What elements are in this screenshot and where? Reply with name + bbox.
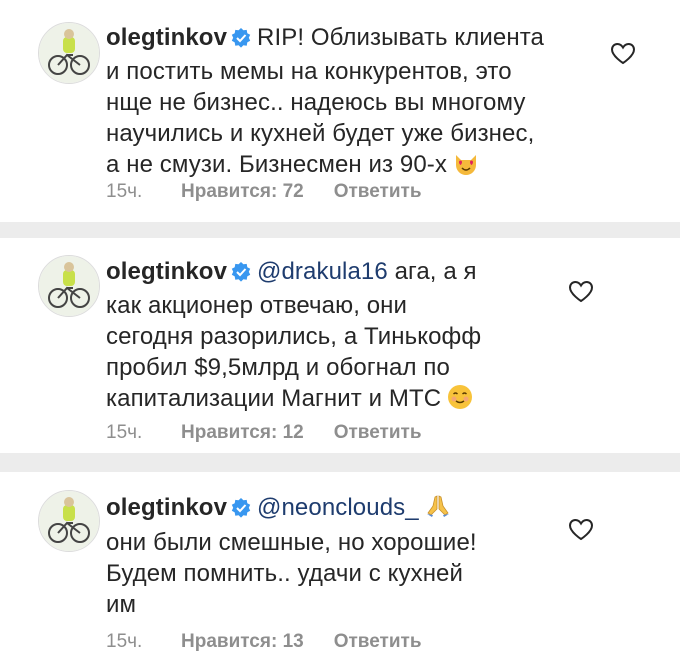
avatar[interactable] bbox=[38, 255, 100, 317]
likes-count[interactable]: Нравится: 72 bbox=[181, 181, 304, 203]
verified-badge-icon bbox=[231, 495, 251, 526]
comment-text: olegtinkov RIP! Облизывать клиента и пост… bbox=[106, 22, 566, 184]
comment-1: olegtinkov RIP! Облизывать клиента и пост… bbox=[0, 0, 680, 222]
timestamp: 15ч. bbox=[106, 181, 143, 202]
comment-line: ага, а я bbox=[394, 258, 477, 285]
comment-line: как акционер отвечаю, они bbox=[106, 292, 408, 319]
like-heart-icon[interactable] bbox=[568, 280, 594, 304]
mention-link[interactable]: @drakula16 bbox=[257, 258, 388, 285]
comment-line: пробил $9,5млрд и обогнал по bbox=[106, 354, 450, 381]
comment-meta: 15ч. Нравится: 12 Ответить bbox=[106, 422, 422, 444]
username[interactable]: olegtinkov bbox=[106, 258, 227, 285]
comment-2: olegtinkov @drakula16 ага, а я как акцион… bbox=[0, 238, 680, 453]
timestamp: 15ч. bbox=[106, 631, 143, 652]
mention-link[interactable]: @neonclouds_ bbox=[257, 494, 419, 521]
reply-button[interactable]: Ответить bbox=[334, 181, 422, 203]
comment-line: капитализации Магнит и МТС bbox=[106, 385, 442, 412]
smiling-face-icon bbox=[447, 384, 473, 418]
comment-line: RIP! Облизывать клиента bbox=[257, 24, 544, 51]
comment-text: olegtinkov @drakula16 ага, а я как акцион… bbox=[106, 256, 566, 418]
timestamp: 15ч. bbox=[106, 422, 143, 443]
comment-line: научились и кухней будет уже бизнес, bbox=[106, 120, 535, 147]
comment-line: сегодня разорились, а Тинькофф bbox=[106, 323, 482, 350]
avatar[interactable] bbox=[38, 22, 100, 84]
comment-meta: 15ч. Нравится: 72 Ответить bbox=[106, 181, 422, 203]
verified-badge-icon bbox=[231, 259, 251, 290]
comment-line: они были смешные, но хорошие! bbox=[106, 529, 477, 556]
username[interactable]: olegtinkov bbox=[106, 24, 227, 51]
likes-count[interactable]: Нравится: 12 bbox=[181, 422, 304, 444]
likes-count[interactable]: Нравится: 13 bbox=[181, 631, 304, 653]
avatar[interactable] bbox=[38, 490, 100, 552]
folded-hands-icon bbox=[425, 493, 451, 527]
comment-line: и постить мемы на конкурентов, это bbox=[106, 58, 512, 85]
comment-line: а не смузи. Бизнесмен из 90-х bbox=[106, 151, 447, 178]
comment-line: нще не бизнес.. надеюсь вы многому bbox=[106, 89, 526, 116]
verified-badge-icon bbox=[231, 25, 251, 56]
username[interactable]: olegtinkov bbox=[106, 494, 227, 521]
comment-line: им bbox=[106, 591, 137, 618]
like-heart-icon[interactable] bbox=[610, 42, 636, 66]
reply-button[interactable]: Ответить bbox=[334, 631, 422, 653]
comment-3: olegtinkov @neonclouds_ они были смешные,… bbox=[0, 472, 680, 672]
reply-button[interactable]: Ответить bbox=[334, 422, 422, 444]
comment-line: Будем помнить.. удачи с кухней bbox=[106, 560, 463, 587]
comment-meta: 15ч. Нравится: 13 Ответить bbox=[106, 631, 422, 653]
like-heart-icon[interactable] bbox=[568, 518, 594, 542]
heart-eyes-cat-icon bbox=[453, 152, 479, 184]
comment-text: olegtinkov @neonclouds_ они были смешные,… bbox=[106, 492, 566, 620]
